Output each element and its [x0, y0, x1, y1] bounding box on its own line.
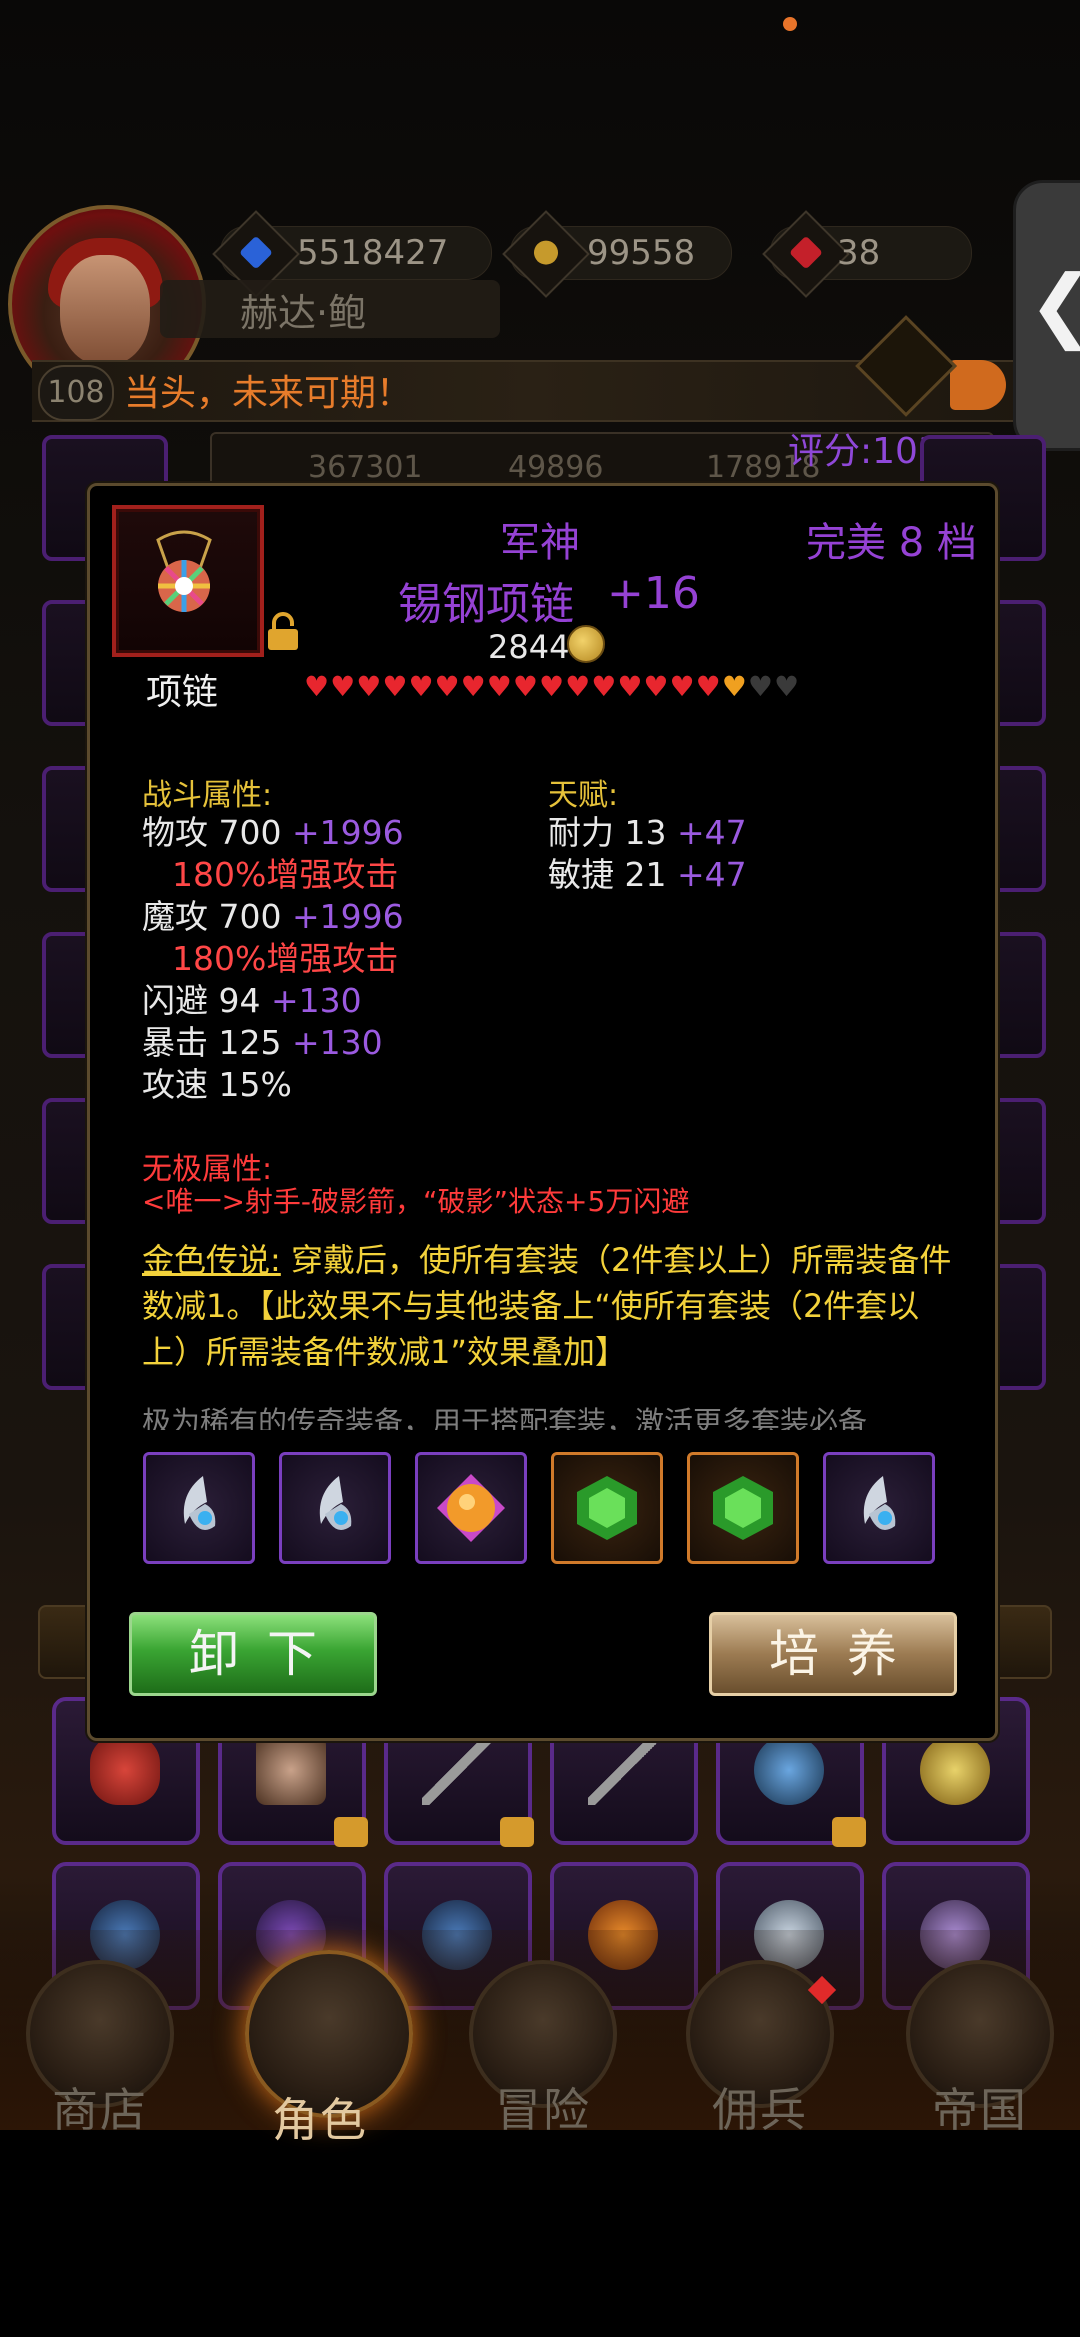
announcement-text: 当头，未来可期！	[124, 373, 413, 414]
player-name: 赫达·鲍	[240, 291, 367, 335]
armor-icon	[256, 1735, 326, 1805]
winged-crystal-icon	[183, 1476, 216, 1530]
gold-resource-bar: 99558	[502, 210, 732, 298]
heart-red-icon: ♥	[617, 670, 644, 703]
nav-shop-label: 商店	[52, 2083, 148, 2137]
player-level-badge: 108	[38, 365, 114, 421]
train-button[interactable]: 培养	[709, 1612, 957, 1696]
stat-physical-attack: 物攻 700 +1996	[142, 813, 404, 852]
ruby-count: 38	[837, 233, 881, 273]
horn-icon[interactable]	[950, 360, 1006, 410]
heart-red-icon: ♥	[669, 670, 696, 703]
orange-gem-icon	[437, 1474, 505, 1542]
talent-agility: 敏捷 21 +47	[548, 855, 747, 894]
gem-count: 5518427	[297, 233, 449, 273]
star-rating-hearts: ♥♥♥♥♥♥♥♥♥♥♥♥♥♥♥♥♥♥♥	[304, 672, 800, 702]
nav-shop[interactable]: 商店	[25, 1960, 175, 2140]
heart-red-icon: ♥	[643, 670, 670, 703]
nav-empire[interactable]: 帝国	[905, 1960, 1055, 2140]
item-name: 锡钢项链	[398, 579, 574, 630]
heart-red-icon: ♥	[408, 670, 435, 703]
gem-socket-4[interactable]	[551, 1452, 663, 1564]
stat-magic-effect: 180%增强攻击	[172, 939, 399, 978]
heart-red-icon: ♥	[512, 670, 539, 703]
item-type-label: 项链	[146, 672, 219, 713]
gold-coin-icon	[567, 625, 605, 663]
golden-legend-description: 金色传说: 穿戴后，使所有套装（2件套以上）所需装备件数减1。【此效果不与其他装…	[142, 1237, 952, 1375]
nav-mercenary-label: 佣兵	[712, 2083, 808, 2137]
heart-red-icon: ♥	[434, 670, 461, 703]
lock-icon	[500, 1817, 534, 1847]
item-enhance-level: +16	[607, 568, 700, 619]
stat-magic-attack: 魔攻 700 +1996	[142, 897, 404, 936]
dragon-shield-icon	[90, 1735, 160, 1805]
heart-red-icon: ♥	[304, 670, 331, 703]
gem-socket-1[interactable]	[143, 1452, 255, 1564]
gem-resource-bar: 5518427	[212, 210, 492, 298]
chevron-left-icon[interactable]: ❮	[1028, 265, 1080, 345]
stat-dodge: 闪避 94 +130	[142, 981, 362, 1020]
heart-red-icon: ♥	[695, 670, 722, 703]
heart-red-icon: ♥	[565, 670, 592, 703]
wuji-text: <唯一>射手-破影箭，“破影”状态+5万闪避	[142, 1185, 690, 1218]
emerald-icon	[577, 1476, 637, 1540]
unequip-button[interactable]: 卸下	[129, 1612, 377, 1696]
heart-empty-icon: ♥	[773, 670, 801, 703]
avatar-face	[60, 255, 150, 365]
talent-stamina: 耐力 13 +47	[548, 813, 747, 852]
item-price: 2844	[488, 628, 570, 666]
stat-physical-effect: 180%增强攻击	[172, 855, 399, 894]
heart-red-icon: ♥	[330, 670, 357, 703]
heart-gold-icon: ♥	[721, 670, 748, 703]
gold-count: 99558	[587, 233, 696, 273]
lock-icon	[334, 1817, 368, 1847]
legend-label: 金色传说:	[142, 1241, 281, 1279]
winged-crystal-icon	[863, 1476, 896, 1530]
nav-character[interactable]: 角色	[245, 1950, 413, 2150]
heart-red-icon: ♥	[591, 670, 618, 703]
gem-socket-2[interactable]	[279, 1452, 391, 1564]
gem-socket-5[interactable]	[687, 1452, 799, 1564]
nav-empire-label: 帝国	[932, 2083, 1028, 2137]
item-quality: 完美 8 档	[806, 520, 977, 566]
nav-character-label: 角色	[272, 2093, 368, 2147]
stat-attack-speed: 攻速 15%	[142, 1065, 292, 1104]
camera-indicator-dot	[783, 17, 797, 31]
stat-attack: 49896	[508, 450, 604, 485]
nav-adventure-label: 冒险	[495, 2083, 591, 2137]
winged-crystal-icon	[319, 1476, 352, 1530]
heart-red-icon: ♥	[460, 670, 487, 703]
heart-red-icon: ♥	[486, 670, 513, 703]
stat-hp: 367301	[308, 450, 423, 485]
lock-icon	[832, 1817, 866, 1847]
heart-red-icon: ♥	[382, 670, 409, 703]
gem-socket-6[interactable]	[823, 1452, 935, 1564]
nav-adventure[interactable]: 冒险	[468, 1960, 618, 2140]
lock-icon[interactable]	[265, 612, 301, 652]
stat-crit: 暴击 125 +130	[142, 1023, 383, 1062]
ruby-resource-bar: 38	[762, 210, 972, 298]
sword-icon	[422, 1735, 492, 1805]
heart-red-icon: ♥	[538, 670, 566, 703]
heart-red-icon: ♥	[356, 670, 383, 703]
amulet-icon	[754, 1735, 824, 1805]
gem-socket-3[interactable]	[415, 1452, 527, 1564]
heart-empty-icon: ♥	[747, 670, 774, 703]
golden-wings-icon	[920, 1735, 990, 1805]
emerald-icon	[713, 1476, 773, 1540]
sword-icon	[588, 1735, 658, 1805]
flavor-text: 极为稀有的传奇装备，用于搭配套装，激活更多套装必备	[142, 1405, 868, 1430]
